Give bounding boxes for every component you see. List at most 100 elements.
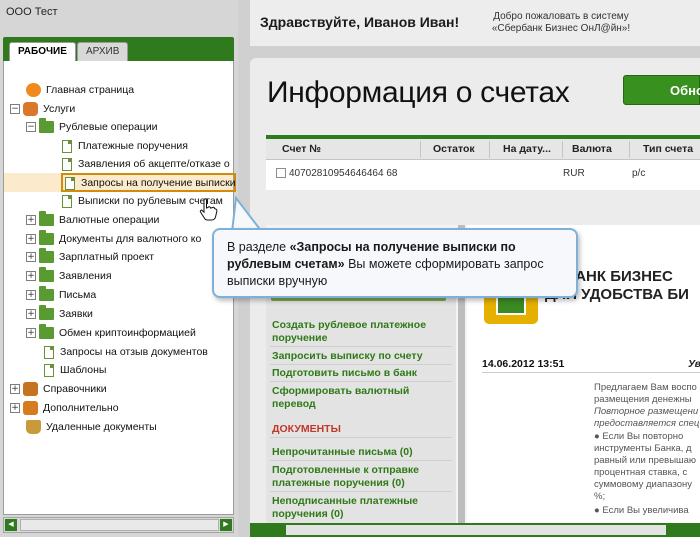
column-divider <box>562 141 563 158</box>
tree-item-revocation-requests[interactable]: Запросы на отзыв документов <box>42 343 208 361</box>
expand-icon[interactable]: + <box>26 309 36 319</box>
tree-item-home[interactable]: Главная страница <box>26 81 134 99</box>
tree-item-applications[interactable]: + Заявления <box>26 267 112 285</box>
folder-icon <box>39 286 54 301</box>
tree-item-statement-requests[interactable]: Запросы на получение выписки <box>63 174 236 192</box>
col-account-type[interactable]: Тип счета <box>643 143 693 155</box>
row-checkbox[interactable] <box>276 168 286 178</box>
trash-icon <box>26 420 41 434</box>
book-icon <box>23 382 38 396</box>
col-account[interactable]: Счет № <box>282 143 321 155</box>
divider <box>270 364 452 365</box>
expand-icon[interactable]: + <box>26 234 36 244</box>
document-icon <box>62 157 72 171</box>
tree-item-label: Документы для валютного ко <box>59 233 202 245</box>
scroll-left-icon[interactable]: ◀ <box>5 519 17 531</box>
home-icon <box>26 83 41 97</box>
tab-archive[interactable]: АРХИВ <box>77 42 129 61</box>
col-date[interactable]: На дату... <box>503 143 551 155</box>
tree-item-label: Зарплатный проект <box>59 251 155 263</box>
tree-item-label: Услуги <box>43 103 76 115</box>
expand-icon[interactable]: + <box>26 328 36 338</box>
refresh-button[interactable]: Обно <box>623 75 700 105</box>
col-balance[interactable]: Остаток <box>433 143 475 155</box>
folder-icon <box>39 305 54 320</box>
tree-item-label: Заявки <box>59 308 93 320</box>
tree-item-label: Дополнительно <box>43 402 119 414</box>
tree-item-additional[interactable]: + Дополнительно <box>10 399 119 417</box>
cell-account-number[interactable]: 40702810954646464 68 <box>289 168 397 179</box>
tree-item-deleted-documents[interactable]: Удаленные документы <box>26 418 157 436</box>
tree-item-label: Запросы на получение выписки <box>81 177 236 189</box>
divider <box>270 381 452 382</box>
tree-item-letters[interactable]: + Письма <box>26 286 96 304</box>
folder-icon <box>39 118 54 133</box>
folder-icon <box>39 230 54 245</box>
expand-icon[interactable]: + <box>26 290 36 300</box>
tree-item-label: Обмен криптоинформацией <box>59 327 196 339</box>
expand-icon[interactable]: + <box>10 403 20 413</box>
cell-account-type: р/с <box>632 168 646 179</box>
tree-item-currency-control-docs[interactable]: + Документы для валютного ко <box>26 230 201 248</box>
link-prepared-payment-orders[interactable]: Подготовленные к отправке платежные пору… <box>272 464 452 490</box>
link-create-payment-order[interactable]: Создать рублевое платежное поручение <box>272 319 452 345</box>
link-unsigned-payment-orders[interactable]: Неподписанные платежные поручения (0) <box>272 495 422 521</box>
tree-item-payroll[interactable]: + Зарплатный проект <box>26 248 154 266</box>
link-unread-letters[interactable]: Непрочитанные письма (0) <box>272 446 413 459</box>
navigation-tree: Главная страница − Услуги − Рублевые опе… <box>3 61 236 515</box>
link-request-statement[interactable]: Запросить выписку по счету <box>272 350 423 363</box>
folder-icon <box>39 324 54 339</box>
tree-item-directories[interactable]: + Справочники <box>10 380 107 398</box>
tree-item-acceptance-statements[interactable]: Заявления об акцепте/отказе о <box>60 155 230 173</box>
link-currency-transfer[interactable]: Сформировать валютный перевод <box>272 385 422 411</box>
expand-icon[interactable]: + <box>26 252 36 262</box>
tree-item-ruble-operations[interactable]: − Рублевые операции <box>26 118 158 136</box>
tree-item-requests[interactable]: + Заявки <box>26 305 93 323</box>
tree-item-currency-operations[interactable]: + Валютные операции <box>26 211 159 229</box>
divider <box>270 491 452 492</box>
collapse-icon[interactable]: − <box>26 122 36 132</box>
news-line: размещения денежны <box>594 394 692 405</box>
news-date: 14.06.2012 13:51 <box>482 358 565 370</box>
folder-icon <box>39 248 54 263</box>
toolbox-icon <box>23 401 38 415</box>
tree-item-label: Валютные операции <box>59 214 160 226</box>
tab-working[interactable]: РАБОЧИЕ <box>9 42 76 61</box>
divider <box>270 437 452 438</box>
collapse-icon[interactable]: − <box>10 104 20 114</box>
expand-icon[interactable]: + <box>26 271 36 281</box>
document-icon <box>44 363 54 377</box>
tree-item-templates[interactable]: Шаблоны <box>42 361 106 379</box>
tree-item-crypto-exchange[interactable]: + Обмен криптоинформацией <box>26 324 196 342</box>
col-currency[interactable]: Валюта <box>572 143 612 155</box>
document-icon <box>62 194 72 208</box>
expand-icon[interactable]: + <box>10 384 20 394</box>
column-divider <box>489 141 490 158</box>
news-divider <box>482 372 700 373</box>
cell-currency: RUR <box>563 168 585 179</box>
tree-item-label: Заявления об акцепте/отказе о <box>78 158 230 170</box>
tree-horizontal-scrollbar[interactable]: ◀ ▶ <box>3 517 234 533</box>
documents-header: ДОКУМЕНТЫ <box>272 423 341 435</box>
table-header: Счет № Остаток На дату... Валюта Тип сче… <box>266 139 700 160</box>
document-icon <box>44 345 54 359</box>
scroll-thumb[interactable] <box>20 519 219 531</box>
column-divider <box>629 141 630 158</box>
folder-icon <box>39 211 54 226</box>
news-line: %; <box>594 491 606 502</box>
document-icon <box>62 139 72 153</box>
expand-icon[interactable]: + <box>26 215 36 225</box>
scroll-thumb[interactable] <box>286 525 666 535</box>
news-line: равный или превышаю <box>594 455 697 466</box>
news-line: Повторное размещени <box>594 406 699 417</box>
scroll-right-icon[interactable]: ▶ <box>220 519 232 531</box>
link-prepare-letter[interactable]: Подготовить письмо в банк <box>272 367 417 380</box>
tree-item-label: Запросы на отзыв документов <box>60 346 208 358</box>
tree-item-label: Письма <box>59 289 97 301</box>
tree-item-label: Платежные поручения <box>78 140 188 152</box>
tree-item-payment-orders[interactable]: Платежные поручения <box>60 137 188 155</box>
tree-item-label: Главная страница <box>46 84 135 96</box>
news-line: инструменты Банка, д <box>594 443 692 454</box>
tree-item-services[interactable]: − Услуги <box>10 100 75 118</box>
news-salutation: Ув <box>688 358 700 370</box>
